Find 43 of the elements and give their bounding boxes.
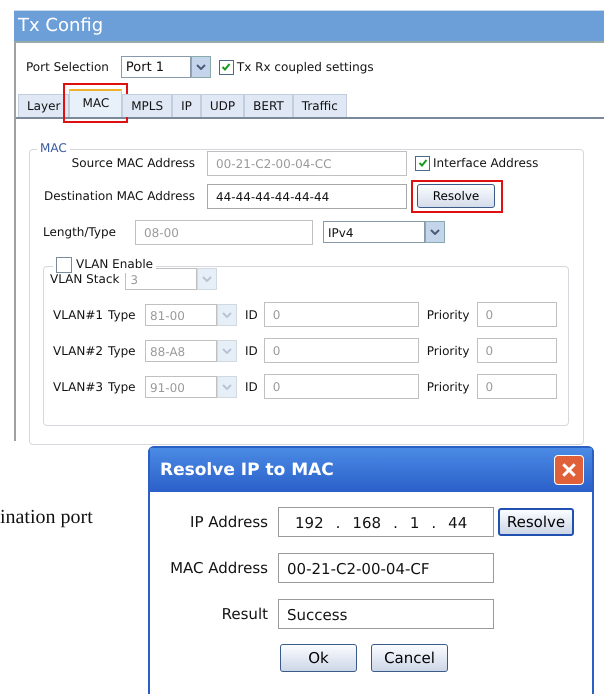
mac-address-field[interactable]: 00-21-C2-00-04-CF xyxy=(278,553,494,583)
field-label: Type xyxy=(108,308,137,322)
field-label: ID xyxy=(245,344,258,358)
tab[interactable]: UDP xyxy=(200,94,244,117)
document-text: ination port xyxy=(0,506,93,528)
field-label: Length/Type xyxy=(43,225,117,239)
tab[interactable]: IP xyxy=(172,94,201,117)
field-label: Source MAC Address xyxy=(70,156,195,170)
field-label: ID xyxy=(245,308,258,322)
destination-mac-field[interactable]: 44-44-44-44-44-44 xyxy=(207,184,407,208)
tab[interactable]: MAC xyxy=(69,89,122,117)
vlan-label: VLAN#2 xyxy=(53,344,104,358)
port-selection-label: Port Selection xyxy=(26,60,109,74)
field-label: Priority xyxy=(426,344,470,358)
field-label: Priority xyxy=(426,380,470,394)
field-label: Destination MAC Address xyxy=(42,189,195,203)
tab[interactable]: Layer xyxy=(18,94,70,117)
tab[interactable]: Traffic xyxy=(292,94,347,117)
field-label: Priority xyxy=(426,308,470,322)
dialog-button[interactable]: Cancel xyxy=(371,644,448,672)
field-label: Result xyxy=(220,605,268,623)
field-label: Type xyxy=(108,344,137,358)
vlan-label: VLAN#3 xyxy=(53,380,104,394)
ip-address-field[interactable]: 192 . 168 . 1 . 44 xyxy=(278,507,494,537)
protocol-dropdown[interactable]: IPv4 xyxy=(323,221,425,243)
vlan-label: VLAN#1 xyxy=(53,308,104,322)
field-label: Type xyxy=(108,380,137,394)
checkbox-label: Interface Address xyxy=(433,156,538,170)
checkbox-label: Tx Rx coupled settings xyxy=(236,60,374,74)
resolve-button[interactable]: Resolve xyxy=(417,184,495,208)
group-legend: MAC xyxy=(37,141,70,155)
field-label: ID xyxy=(245,380,258,394)
field-label: IP Address xyxy=(189,513,268,531)
tab[interactable]: MPLS xyxy=(122,94,172,117)
resolve-button[interactable]: Resolve xyxy=(498,508,574,536)
tab[interactable]: BERT xyxy=(244,94,293,117)
window-title: Tx Config xyxy=(14,11,604,41)
result-field[interactable]: Success xyxy=(278,599,494,629)
port-dropdown[interactable]: Port 1 xyxy=(120,56,191,78)
field-label: VLAN Stack xyxy=(50,272,120,286)
dialog-button[interactable]: Ok xyxy=(280,644,357,672)
field-label: MAC Address xyxy=(169,559,268,577)
dialog-title: Resolve IP to MAC xyxy=(160,460,334,480)
